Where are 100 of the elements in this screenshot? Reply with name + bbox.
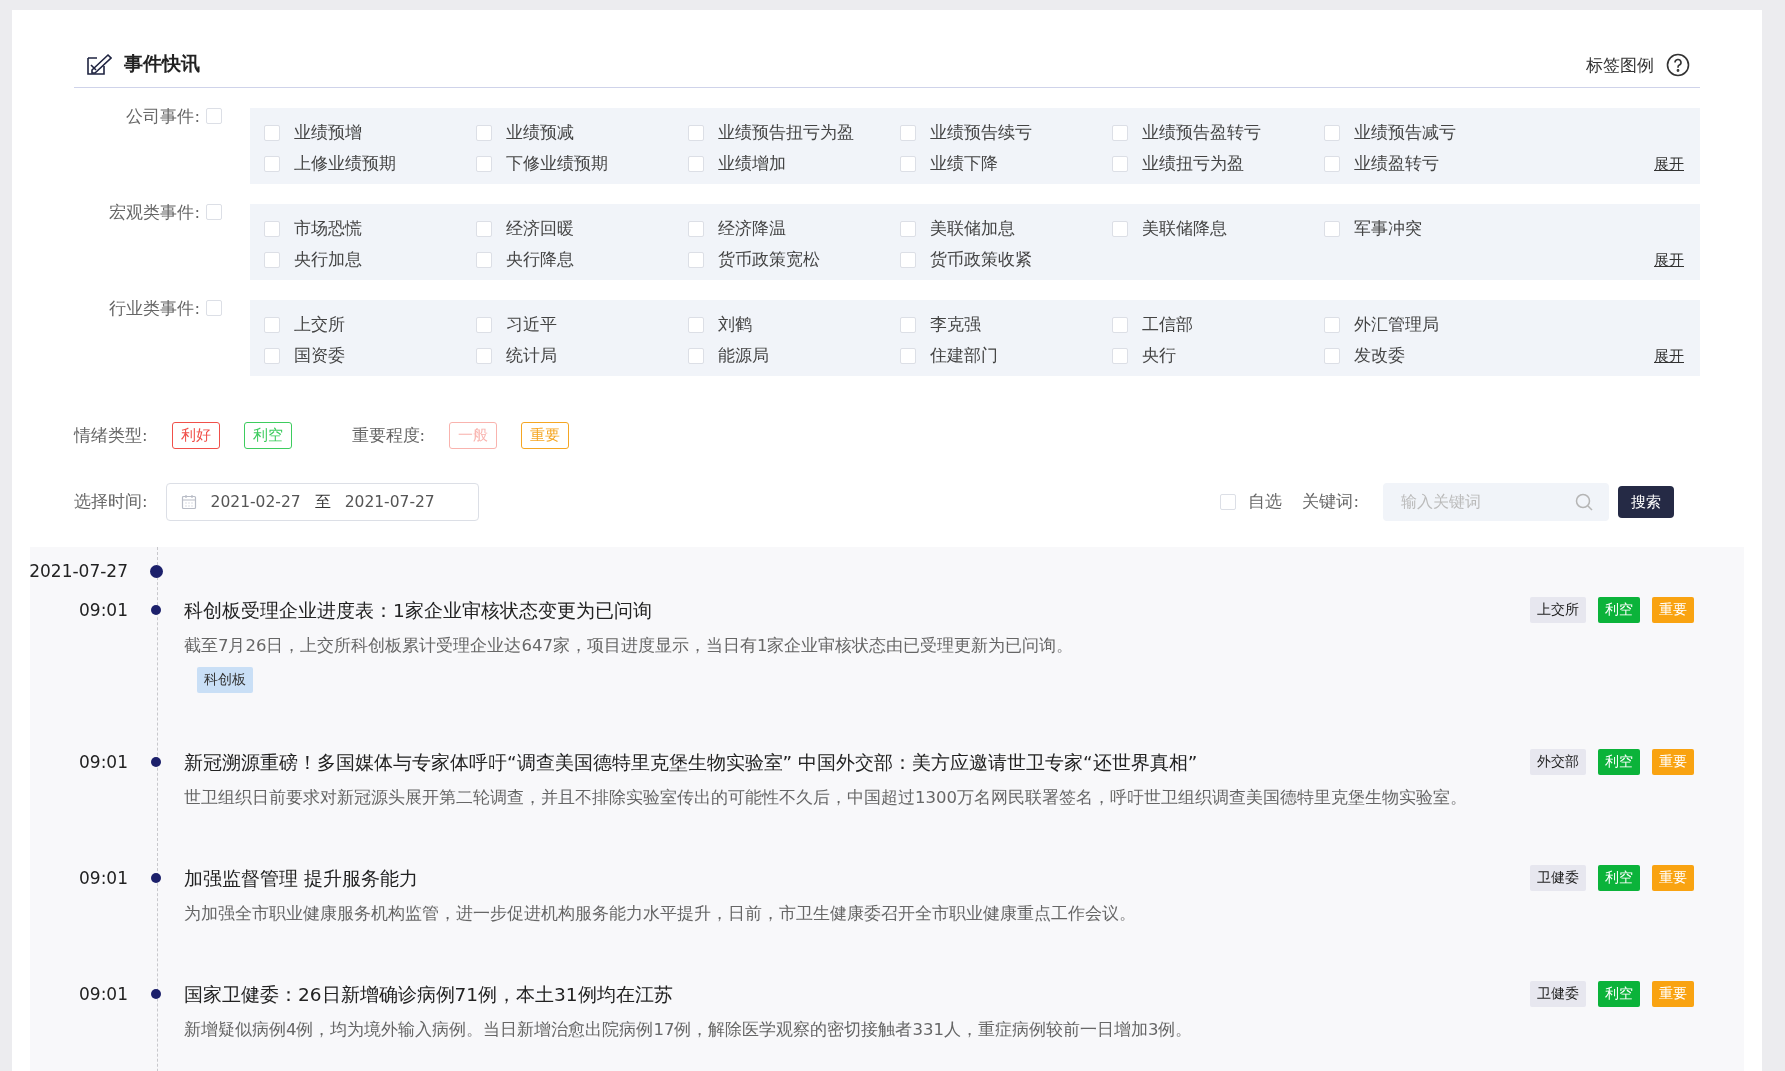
- checkbox-label[interactable]: 统计局: [506, 344, 557, 367]
- keyword-tag[interactable]: 科创板: [197, 667, 253, 693]
- importance-tag: 重要: [1652, 597, 1694, 623]
- checkbox-label[interactable]: 上修业绩预期: [294, 152, 396, 175]
- checkbox-label[interactable]: 业绩扭亏为盈: [1142, 152, 1244, 175]
- checkbox-label[interactable]: 工信部: [1142, 313, 1193, 336]
- checkbox[interactable]: [1112, 155, 1128, 172]
- checkbox[interactable]: [688, 220, 704, 237]
- checkbox-label[interactable]: 自选: [1248, 491, 1283, 513]
- checkbox-label[interactable]: 市场恐慌: [294, 217, 362, 240]
- checkbox-label[interactable]: 业绩预告续亏: [930, 121, 1032, 144]
- event-title[interactable]: 科创板受理企业进度表：1家企业审核状态变更为已问询: [184, 597, 1516, 623]
- checkbox[interactable]: [1324, 124, 1340, 141]
- checkbox[interactable]: [900, 316, 916, 333]
- checkbox-label[interactable]: 业绩增加: [718, 152, 786, 175]
- checkbox[interactable]: [264, 124, 280, 141]
- checkbox[interactable]: [1112, 124, 1128, 141]
- help-icon[interactable]: [1666, 53, 1690, 77]
- checkbox-label[interactable]: 美联储加息: [930, 217, 1015, 240]
- checkbox[interactable]: [476, 347, 492, 364]
- checkbox[interactable]: [206, 204, 222, 220]
- checkbox[interactable]: [1324, 316, 1340, 333]
- checkbox-label[interactable]: 业绩预减: [506, 121, 574, 144]
- event-title[interactable]: 国家卫健委：26日新增确诊病例71例，本土31例均在江苏: [184, 981, 1516, 1007]
- checkbox-label[interactable]: 货币政策宽松: [718, 248, 820, 271]
- event-time: 09:01: [79, 984, 128, 1004]
- checkbox[interactable]: [1324, 347, 1340, 364]
- checkbox-label[interactable]: 美联储降息: [1142, 217, 1227, 240]
- checkbox-label[interactable]: 住建部门: [930, 344, 998, 367]
- event-time: 09:01: [79, 752, 128, 772]
- search-button[interactable]: 搜索: [1618, 486, 1674, 518]
- checkbox[interactable]: [900, 347, 916, 364]
- category-label: 公司事件:: [126, 108, 200, 126]
- checkbox[interactable]: [476, 155, 492, 172]
- checkbox[interactable]: [264, 155, 280, 172]
- event-title[interactable]: 新冠溯源重磅！多国媒体与专家体呼吁“调查美国德特里克堡生物实验室” 中国外交部：美方应邀请世卫专家“还世界真相”: [184, 749, 1516, 775]
- checkbox[interactable]: [900, 251, 916, 268]
- checkbox-label[interactable]: 军事冲突: [1354, 217, 1422, 240]
- checkbox[interactable]: [688, 155, 704, 172]
- checkbox-label[interactable]: 业绩预告减亏: [1354, 121, 1456, 144]
- checkbox[interactable]: [900, 155, 916, 172]
- checkbox[interactable]: [476, 124, 492, 141]
- checkbox-label[interactable]: 习近平: [506, 313, 557, 336]
- checkbox[interactable]: [476, 220, 492, 237]
- checkbox[interactable]: [1112, 220, 1128, 237]
- expand-link[interactable]: 展开: [1654, 347, 1684, 366]
- checkbox[interactable]: [476, 251, 492, 268]
- sentiment-tag: 利空: [1598, 597, 1640, 623]
- date-range-field[interactable]: 2021-02-27 至 2021-07-27: [165, 483, 479, 521]
- checkbox[interactable]: [264, 347, 280, 364]
- checkbox[interactable]: [264, 220, 280, 237]
- checkbox-label[interactable]: 经济回暖: [506, 217, 574, 240]
- checkbox-label[interactable]: 业绩下降: [930, 152, 998, 175]
- checkbox[interactable]: [1220, 494, 1237, 510]
- checkbox[interactable]: [1112, 316, 1128, 333]
- event-time: 09:01: [79, 868, 128, 888]
- sentiment-tag: 利空: [1598, 749, 1640, 775]
- checkbox-label[interactable]: 国资委: [294, 344, 345, 367]
- expand-link[interactable]: 展开: [1654, 251, 1684, 270]
- checkbox-label[interactable]: 货币政策收紧: [930, 248, 1032, 271]
- legend-link[interactable]: 标签图例: [1586, 53, 1654, 77]
- checkbox-label[interactable]: 经济降温: [718, 217, 786, 240]
- checkbox-label[interactable]: 业绩预告扭亏为盈: [718, 121, 854, 144]
- checkbox-label[interactable]: 外汇管理局: [1354, 313, 1439, 336]
- checkbox-label[interactable]: 上交所: [294, 313, 345, 336]
- filter-tag[interactable]: 利好: [171, 422, 220, 449]
- sentiment-tag: 利空: [1598, 865, 1640, 891]
- checkbox-label[interactable]: 央行: [1142, 344, 1176, 367]
- event-title[interactable]: 加强监督管理 提升服务能力: [184, 865, 1516, 891]
- checkbox-label[interactable]: 央行降息: [506, 248, 574, 271]
- checkbox[interactable]: [264, 316, 280, 333]
- checkbox[interactable]: [900, 220, 916, 237]
- checkbox-label[interactable]: 业绩预增: [294, 121, 362, 144]
- expand-link[interactable]: 展开: [1654, 155, 1684, 174]
- checkbox[interactable]: [688, 316, 704, 333]
- checkbox[interactable]: [1324, 220, 1340, 237]
- checkbox[interactable]: [1112, 347, 1128, 364]
- checkbox-label[interactable]: 央行加息: [294, 248, 362, 271]
- checkbox-label[interactable]: 李克强: [930, 313, 981, 336]
- source-tag: 卫健委: [1530, 865, 1586, 891]
- checkbox[interactable]: [206, 108, 222, 124]
- checkbox[interactable]: [476, 316, 492, 333]
- checkbox-label[interactable]: 发改委: [1354, 344, 1405, 367]
- checkbox-label[interactable]: 业绩盈转亏: [1354, 152, 1439, 175]
- keyword-field[interactable]: 输入关键词: [1383, 483, 1609, 521]
- search-icon[interactable]: [1575, 493, 1593, 511]
- checkbox[interactable]: [900, 124, 916, 141]
- checkbox-label[interactable]: 能源局: [718, 344, 769, 367]
- time-label: 选择时间:: [74, 491, 148, 513]
- checkbox-label[interactable]: 刘鹤: [718, 313, 752, 336]
- checkbox-label[interactable]: 业绩预告盈转亏: [1142, 121, 1261, 144]
- checkbox[interactable]: [688, 124, 704, 141]
- checkbox[interactable]: [688, 251, 704, 268]
- checkbox[interactable]: [206, 300, 222, 316]
- event-summary: 新增疑似病例4例，均为境外输入病例。当日新增治愈出院病例17例，解除医学观察的密切接触者331人，重症病例较前一日增加3例。: [184, 1019, 1194, 1041]
- checkbox[interactable]: [264, 251, 280, 268]
- checkbox[interactable]: [1324, 155, 1340, 172]
- checkbox[interactable]: [688, 347, 704, 364]
- checkbox-label[interactable]: 下修业绩预期: [506, 152, 608, 175]
- timeline-dot: [151, 605, 161, 615]
